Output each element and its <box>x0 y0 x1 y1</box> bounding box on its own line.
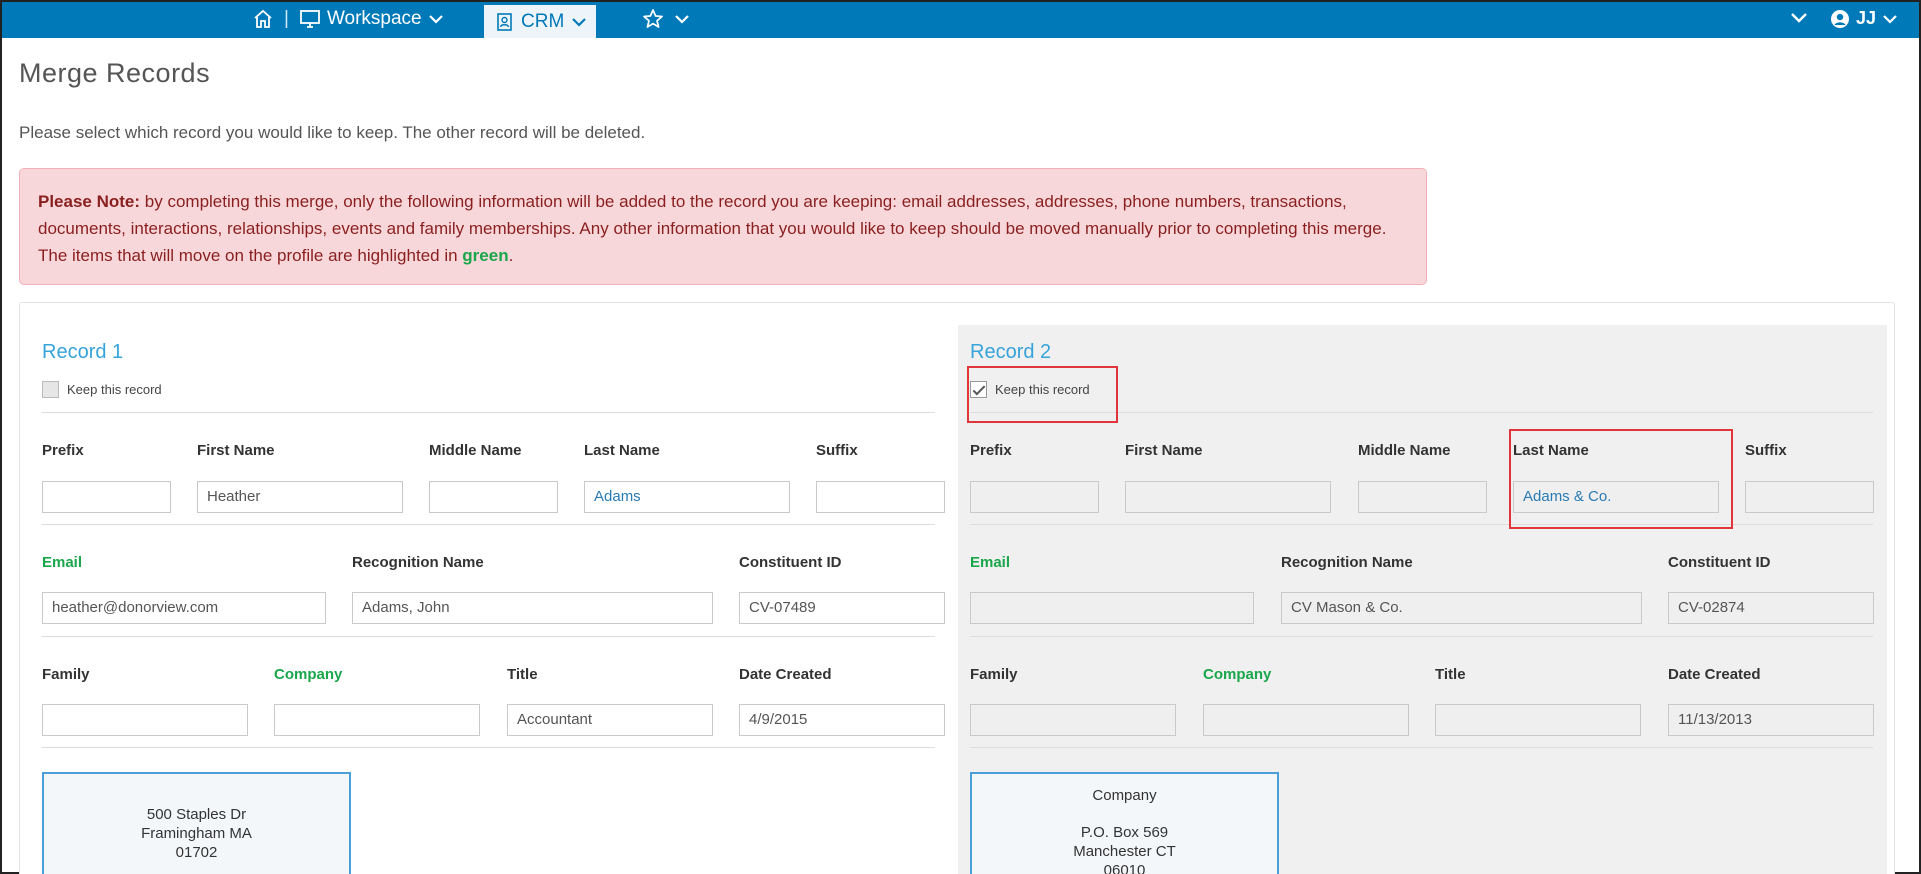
recognition-name-label: Recognition Name <box>1281 554 1413 571</box>
recognition-name-field[interactable]: Adams, John <box>352 592 713 624</box>
suffix-label: Suffix <box>1745 442 1787 459</box>
address-card[interactable]: 500 Staples Dr Framingham MA 01702 <box>42 772 351 874</box>
middle-name-label: Middle Name <box>429 442 522 459</box>
monitor-icon <box>299 9 321 29</box>
date-created-field[interactable]: 4/9/2015 <box>739 704 945 736</box>
email-label: Email <box>42 554 83 571</box>
record-1-title: Record 1 <box>42 341 124 363</box>
alert-strong-label: Please Note: <box>38 192 141 211</box>
chevron-down-icon <box>428 13 444 25</box>
first-name-label: First Name <box>197 442 275 459</box>
user-menu[interactable]: JJ <box>1830 8 1898 29</box>
prefix-field[interactable] <box>42 481 171 513</box>
address-line-2: Framingham MA <box>141 825 252 842</box>
workspace-menu[interactable]: Workspace <box>299 8 444 30</box>
title-field[interactable] <box>1435 704 1641 736</box>
address-line-1: P.O. Box 569 <box>1080 824 1169 841</box>
divider <box>42 636 935 637</box>
last-name-label: Last Name <box>584 442 660 459</box>
prefix-label: Prefix <box>42 442 84 459</box>
email-label: Email <box>970 554 1011 571</box>
record-1-keep-checkbox[interactable]: Keep this record <box>42 381 162 398</box>
alert-text: by completing this merge, only the follo… <box>38 192 1387 265</box>
alert-end: . <box>508 246 514 265</box>
record-2-title: Record 2 <box>970 341 1052 363</box>
workspace-label: Workspace <box>326 8 422 29</box>
checkbox[interactable] <box>42 381 59 398</box>
divider <box>970 747 1873 748</box>
email-field[interactable] <box>970 592 1254 624</box>
page-title: Merge Records <box>19 58 211 88</box>
constituent-id-label: Constituent ID <box>1668 554 1771 571</box>
middle-name-label: Middle Name <box>1358 442 1451 459</box>
address-type: Company <box>1092 787 1157 804</box>
family-label: Family <box>42 666 90 683</box>
alert-green-word: green <box>462 246 509 265</box>
prefix-field[interactable] <box>970 481 1099 513</box>
merge-warning-alert: Please Note: by completing this merge, o… <box>19 168 1427 285</box>
divider <box>42 412 935 413</box>
suffix-label: Suffix <box>816 442 858 459</box>
last-name-highlight <box>1509 429 1733 529</box>
prefix-label: Prefix <box>970 442 1012 459</box>
chevron-down-icon <box>571 16 587 28</box>
keep-label: Keep this record <box>67 382 162 397</box>
constituent-id-field[interactable]: CV-07489 <box>739 592 945 624</box>
family-field[interactable] <box>970 704 1176 736</box>
constituent-id-field[interactable]: CV-02874 <box>1668 592 1874 624</box>
first-name-field[interactable]: Heather <box>197 481 403 513</box>
divider <box>970 636 1873 637</box>
divider <box>42 747 935 748</box>
address-line-3: 01702 <box>175 844 218 861</box>
recognition-name-label: Recognition Name <box>352 554 484 571</box>
tab-crm[interactable]: CRM <box>484 2 596 38</box>
email-field[interactable]: heather@donorview.com <box>42 592 326 624</box>
home-icon[interactable] <box>252 9 274 29</box>
family-label: Family <box>970 666 1018 683</box>
suffix-field[interactable] <box>816 481 945 513</box>
middle-name-field[interactable] <box>429 481 558 513</box>
suffix-field[interactable] <box>1745 481 1874 513</box>
address-line-3: 06010 <box>1103 862 1146 874</box>
family-field[interactable] <box>42 704 248 736</box>
address-line-1: 500 Staples Dr <box>146 806 247 823</box>
record-1-column: Record 1 Keep this record Prefix First N… <box>42 325 945 874</box>
contact-card-icon <box>496 12 514 31</box>
address-spacer <box>972 805 1277 823</box>
company-label: Company <box>1203 666 1272 683</box>
chevron-down-icon <box>1882 13 1898 25</box>
tab-crm-label: CRM <box>521 10 565 32</box>
date-created-label: Date Created <box>1668 666 1761 683</box>
star-icon <box>642 8 664 30</box>
date-created-label: Date Created <box>739 666 832 683</box>
title-label: Title <box>1435 666 1466 683</box>
company-label: Company <box>274 666 343 683</box>
title-label: Title <box>507 666 538 683</box>
company-field[interactable] <box>1203 704 1409 736</box>
recognition-name-field[interactable]: CV Mason & Co. <box>1281 592 1642 624</box>
last-name-field[interactable]: Adams <box>584 481 790 513</box>
first-name-label: First Name <box>1125 442 1203 459</box>
middle-name-field[interactable] <box>1358 481 1487 513</box>
company-field[interactable] <box>274 704 480 736</box>
divider <box>970 524 1873 525</box>
first-name-field[interactable] <box>1125 481 1331 513</box>
keep-record-highlight <box>967 366 1118 423</box>
nav-separator: | <box>284 8 289 29</box>
favorites-menu[interactable] <box>642 8 690 30</box>
title-field[interactable]: Accountant <box>507 704 713 736</box>
address-line-2: Manchester CT <box>1073 843 1176 860</box>
divider <box>42 524 935 525</box>
date-created-field[interactable]: 11/13/2013 <box>1668 704 1874 736</box>
home-workspace-group: | Workspace <box>252 8 444 30</box>
page-intro-text: Please select which record you would lik… <box>19 123 646 142</box>
chevron-down-icon[interactable] <box>1790 10 1808 24</box>
address-card[interactable]: Company P.O. Box 569 Manchester CT 06010 <box>970 772 1279 874</box>
chevron-down-icon <box>674 13 690 25</box>
user-circle-icon <box>1830 9 1850 29</box>
top-navigation-bar: | Workspace CRM JJ <box>2 2 1919 38</box>
constituent-id-label: Constituent ID <box>739 554 842 571</box>
user-initials: JJ <box>1856 8 1877 28</box>
